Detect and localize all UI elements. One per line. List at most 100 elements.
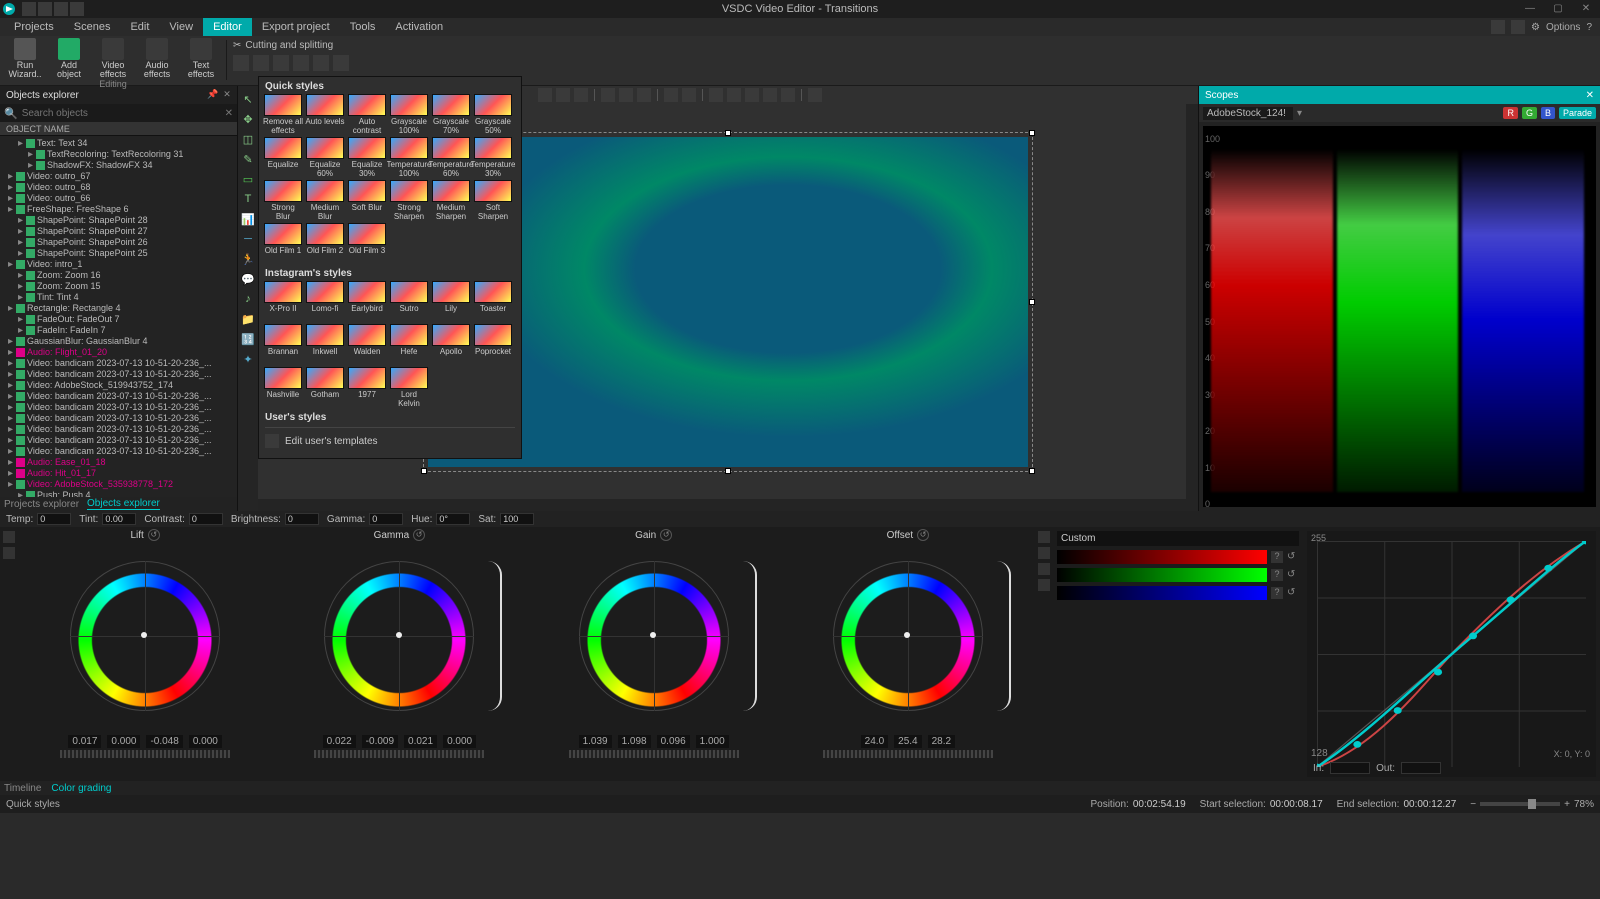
- qa-icon[interactable]: [54, 2, 68, 16]
- menu-view[interactable]: View: [159, 18, 203, 36]
- fx-icon[interactable]: ✦: [241, 352, 255, 366]
- tree-row[interactable]: ▸Push: Push 4: [4, 490, 237, 497]
- scope-g-chip[interactable]: G: [1522, 107, 1537, 119]
- tree-row[interactable]: ▸Audio: Hit_01_17: [4, 468, 237, 479]
- tool-icon[interactable]: [233, 55, 249, 71]
- help-icon[interactable]: ?: [1271, 587, 1283, 599]
- style-brannan[interactable]: Brannan: [263, 324, 303, 365]
- sicon[interactable]: [1038, 547, 1050, 559]
- gear-icon[interactable]: [808, 88, 822, 102]
- style-walden[interactable]: Walden: [347, 324, 387, 365]
- param-input-sat[interactable]: [500, 513, 534, 525]
- scope-b-chip[interactable]: B: [1541, 107, 1555, 119]
- wheel-slider[interactable]: [569, 750, 739, 758]
- preset-dropdown[interactable]: Custom: [1057, 531, 1299, 546]
- help-icon[interactable]: ?: [1586, 22, 1592, 33]
- tool-icon[interactable]: [293, 55, 309, 71]
- color-wheel[interactable]: [559, 541, 749, 731]
- menu-tools[interactable]: Tools: [340, 18, 386, 36]
- layout-icon[interactable]: [1511, 20, 1525, 34]
- audio-effects-button[interactable]: Audio effects: [138, 38, 176, 79]
- reset-icon[interactable]: ↺: [1287, 587, 1299, 599]
- tree-row[interactable]: ▸ShapePoint: ShapePoint 28: [4, 215, 237, 226]
- style-apollo[interactable]: Apollo: [431, 324, 471, 365]
- sicon[interactable]: [3, 531, 15, 543]
- menu-export-project[interactable]: Export project: [252, 18, 340, 36]
- tree-row[interactable]: ▸Video: AdobeStock_535938778_172: [4, 479, 237, 490]
- param-input-temp[interactable]: [37, 513, 71, 525]
- style-lomo-fi[interactable]: Lomo-fi: [305, 281, 345, 322]
- qa-icon[interactable]: [22, 2, 36, 16]
- style-toaster[interactable]: Toaster: [473, 281, 513, 322]
- reset-icon[interactable]: ↺: [413, 529, 425, 541]
- layout-icon[interactable]: [1491, 20, 1505, 34]
- style-nashville[interactable]: Nashville: [263, 367, 303, 408]
- scrollbar-vertical[interactable]: [1186, 104, 1198, 499]
- param-input-brightness[interactable]: [285, 513, 319, 525]
- close-icon[interactable]: ✕: [221, 89, 233, 101]
- crop-icon[interactable]: ◫: [241, 132, 255, 146]
- style-soft-blur[interactable]: Soft Blur: [347, 180, 387, 221]
- style-sutro[interactable]: Sutro: [389, 281, 429, 322]
- tree-row[interactable]: ▸FadeIn: FadeIn 7: [4, 325, 237, 336]
- tree-row[interactable]: ▸ShapePoint: ShapePoint 26: [4, 237, 237, 248]
- sicon[interactable]: [1038, 531, 1050, 543]
- b-slider[interactable]: [1057, 586, 1267, 600]
- tree-row[interactable]: ▸TextRecoloring: TextRecoloring 31: [4, 149, 237, 160]
- zoom-control[interactable]: − + 78%: [1470, 799, 1594, 810]
- music-icon[interactable]: ♪: [241, 292, 255, 306]
- tree-row[interactable]: ▸Video: outro_68: [4, 182, 237, 193]
- folder-icon[interactable]: 📁: [241, 312, 255, 326]
- style-temperature-100-[interactable]: Temperature 100%: [389, 137, 429, 178]
- tab-projects-explorer[interactable]: Projects explorer: [4, 499, 79, 510]
- tree-row[interactable]: ▸Video: bandicam 2023-07-13 10-51-20-236…: [4, 413, 237, 424]
- style-equalize[interactable]: Equalize: [263, 137, 303, 178]
- param-input-hue[interactable]: [436, 513, 470, 525]
- color-wheel[interactable]: [304, 541, 494, 731]
- tree-row[interactable]: ▸ShadowFX: ShadowFX 34: [4, 160, 237, 171]
- menu-editor[interactable]: Editor: [203, 18, 252, 36]
- tab-color-grading[interactable]: Color grading: [51, 783, 111, 794]
- tb-icon[interactable]: [781, 88, 795, 102]
- menu-activation[interactable]: Activation: [385, 18, 453, 36]
- sicon[interactable]: [3, 547, 15, 559]
- reset-icon[interactable]: ↺: [148, 529, 160, 541]
- video-effects-button[interactable]: Video effects: [94, 38, 132, 79]
- tb-icon[interactable]: [601, 88, 615, 102]
- style-strong-blur[interactable]: Strong Blur: [263, 180, 303, 221]
- style-temperature-60-[interactable]: Temperature 60%: [431, 137, 471, 178]
- style-temperature-30-[interactable]: Temperature 30%: [473, 137, 513, 178]
- tree-row[interactable]: ▸Video: outro_66: [4, 193, 237, 204]
- minimize-icon[interactable]: —: [1516, 0, 1544, 18]
- reset-icon[interactable]: ↺: [917, 529, 929, 541]
- style-earlybird[interactable]: Earlybird: [347, 281, 387, 322]
- style-strong-sharpen[interactable]: Strong Sharpen: [389, 180, 429, 221]
- style-lord-kelvin[interactable]: Lord Kelvin: [389, 367, 429, 408]
- pen-icon[interactable]: ✎: [241, 152, 255, 166]
- chevron-down-icon[interactable]: ▾: [1297, 108, 1302, 119]
- style-auto-contrast[interactable]: Auto contrast: [347, 94, 387, 135]
- style-soft-sharpen[interactable]: Soft Sharpen: [473, 180, 513, 221]
- sicon[interactable]: [1038, 579, 1050, 591]
- color-wheel[interactable]: [50, 541, 240, 731]
- reset-icon[interactable]: ↺: [660, 529, 672, 541]
- tb-icon[interactable]: [682, 88, 696, 102]
- search-input[interactable]: [22, 108, 225, 119]
- tree-row[interactable]: ▸Video: bandicam 2023-07-13 10-51-20-236…: [4, 435, 237, 446]
- scope-r-chip[interactable]: R: [1503, 107, 1518, 119]
- tree-row[interactable]: ▸Video: bandicam 2023-07-13 10-51-20-236…: [4, 402, 237, 413]
- tb-icon[interactable]: [619, 88, 633, 102]
- style-lily[interactable]: Lily: [431, 281, 471, 322]
- menu-edit[interactable]: Edit: [120, 18, 159, 36]
- tree-row[interactable]: ▸Video: bandicam 2023-07-13 10-51-20-236…: [4, 358, 237, 369]
- style-old-film-3[interactable]: Old Film 3: [347, 223, 387, 264]
- tb-icon[interactable]: [763, 88, 777, 102]
- wheel-slider[interactable]: [823, 750, 993, 758]
- tree-row[interactable]: ▸ShapePoint: ShapePoint 25: [4, 248, 237, 259]
- zoom-in-icon[interactable]: +: [1564, 799, 1570, 810]
- tb-icon[interactable]: [745, 88, 759, 102]
- person-icon[interactable]: 🏃: [241, 252, 255, 266]
- tree-row[interactable]: ▸FreeShape: FreeShape 6: [4, 204, 237, 215]
- add-object-button[interactable]: Add object: [50, 38, 88, 79]
- tb-icon[interactable]: [538, 88, 552, 102]
